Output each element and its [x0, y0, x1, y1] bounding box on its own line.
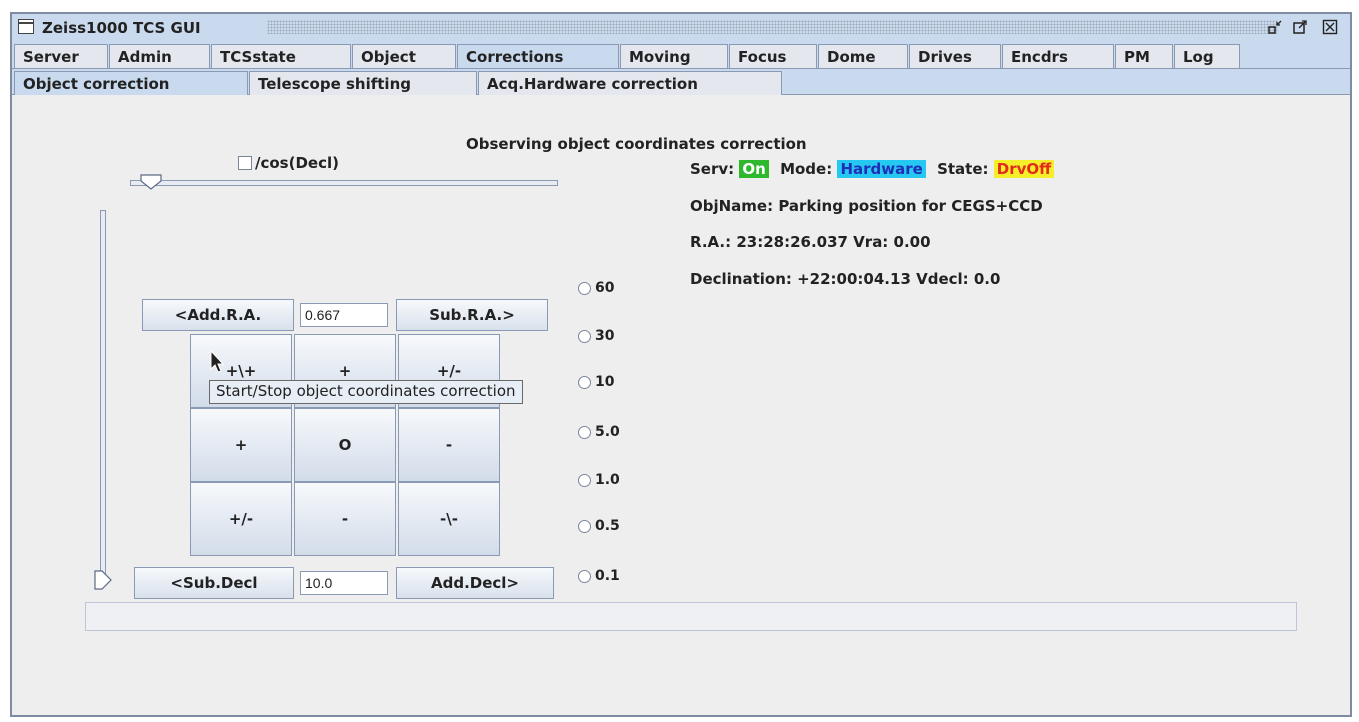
mode-label: Mode:: [780, 160, 833, 178]
sub-tab-bar: Object correction Telescope shifting Acq…: [12, 69, 1350, 95]
correction-plus-ra-button[interactable]: +: [190, 408, 292, 482]
rate-radio[interactable]: [578, 425, 591, 439]
correction-minus-decl-button[interactable]: -: [294, 482, 396, 556]
rate-option-0-1[interactable]: 0.1: [578, 568, 620, 584]
cos-decl-option[interactable]: /cos(Decl): [238, 154, 339, 172]
rate-option-30[interactable]: 30: [578, 328, 614, 344]
correction-minus-minus-button[interactable]: -\-: [398, 482, 500, 556]
sub-ra-button[interactable]: Sub.R.A.>: [396, 299, 548, 331]
subtab-telescope-shifting[interactable]: Telescope shifting: [249, 71, 477, 95]
rate-radio[interactable]: [578, 281, 591, 295]
ra-step-input[interactable]: [300, 303, 388, 327]
serv-status-badge: On: [739, 160, 769, 178]
tab-dome[interactable]: Dome: [818, 44, 908, 68]
message-bar: [85, 602, 1297, 631]
tab-encdrs[interactable]: Encdrs: [1002, 44, 1114, 68]
tab-log[interactable]: Log: [1174, 44, 1240, 68]
subtab-object-correction[interactable]: Object correction: [14, 71, 248, 95]
close-icon[interactable]: [1322, 19, 1338, 35]
rate-radio[interactable]: [578, 329, 591, 343]
mouse-cursor-icon: [210, 349, 226, 374]
rate-radio[interactable]: [578, 375, 591, 389]
rate-radio[interactable]: [578, 519, 591, 533]
add-decl-button[interactable]: Add.Decl>: [396, 567, 554, 599]
tooltip: Start/Stop object coordinates correction: [209, 380, 523, 404]
cos-decl-label: /cos(Decl): [255, 154, 339, 172]
tab-corrections[interactable]: Corrections: [457, 44, 619, 68]
state-status-badge: DrvOff: [993, 160, 1055, 178]
decl-step-input[interactable]: [300, 571, 388, 595]
correction-stop-button[interactable]: O: [294, 408, 396, 482]
rate-option-1[interactable]: 1.0: [578, 472, 620, 488]
tab-server[interactable]: Server: [14, 44, 108, 68]
app-window: Zeiss1000 TCS GUI Server Admin TCSstate …: [10, 12, 1352, 717]
titlebar-grip: [267, 20, 1278, 34]
tab-object[interactable]: Object: [352, 44, 456, 68]
tab-drives[interactable]: Drives: [909, 44, 1001, 68]
ra-step-slider-thumb[interactable]: [140, 174, 162, 190]
tab-focus[interactable]: Focus: [729, 44, 817, 68]
correction-minus-ra-button[interactable]: -: [398, 408, 500, 482]
tab-tcsstate[interactable]: TCSstate: [211, 44, 351, 68]
state-label: State:: [937, 160, 989, 178]
title-bar[interactable]: Zeiss1000 TCS GUI: [12, 14, 1350, 43]
rate-option-5[interactable]: 5.0: [578, 424, 620, 440]
tab-pm[interactable]: PM: [1115, 44, 1173, 68]
sub-decl-button[interactable]: <Sub.Decl: [134, 567, 294, 599]
status-line: Serv: On Mode: Hardware State: DrvOff: [690, 160, 1055, 178]
serv-label: Serv:: [690, 160, 735, 178]
correction-minus-plus-button[interactable]: +/-: [190, 482, 292, 556]
declination-readout: Declination: +22:00:04.13 Vdecl: 0.0: [690, 270, 1001, 288]
tab-admin[interactable]: Admin: [109, 44, 210, 68]
add-ra-button[interactable]: <Add.R.A.: [142, 299, 294, 331]
decl-step-slider-thumb[interactable]: [94, 570, 112, 590]
rate-radio[interactable]: [578, 473, 591, 487]
rate-option-60[interactable]: 60: [578, 280, 614, 296]
subtab-acq-hardware-correction[interactable]: Acq.Hardware correction: [478, 71, 782, 95]
window-icon: [18, 19, 34, 34]
panel-heading: Observing object coordinates correction: [466, 135, 807, 153]
object-name: ObjName: Parking position for CEGS+CCD: [690, 197, 1043, 215]
tab-moving[interactable]: Moving: [620, 44, 728, 68]
cos-decl-checkbox[interactable]: [238, 156, 252, 170]
rate-option-0-5[interactable]: 0.5: [578, 518, 620, 534]
minimize-icon[interactable]: [1267, 19, 1283, 35]
ra-step-slider[interactable]: [130, 180, 558, 186]
main-tab-bar: Server Admin TCSstate Object Corrections…: [12, 42, 1350, 69]
rate-option-10[interactable]: 10: [578, 374, 614, 390]
maximize-icon[interactable]: [1292, 19, 1308, 35]
window-title: Zeiss1000 TCS GUI: [42, 19, 201, 37]
mode-status-badge: Hardware: [837, 160, 926, 178]
decl-step-slider[interactable]: [100, 210, 106, 584]
ra-readout: R.A.: 23:28:26.037 Vra: 0.00: [690, 233, 931, 251]
rate-radio[interactable]: [578, 569, 591, 583]
